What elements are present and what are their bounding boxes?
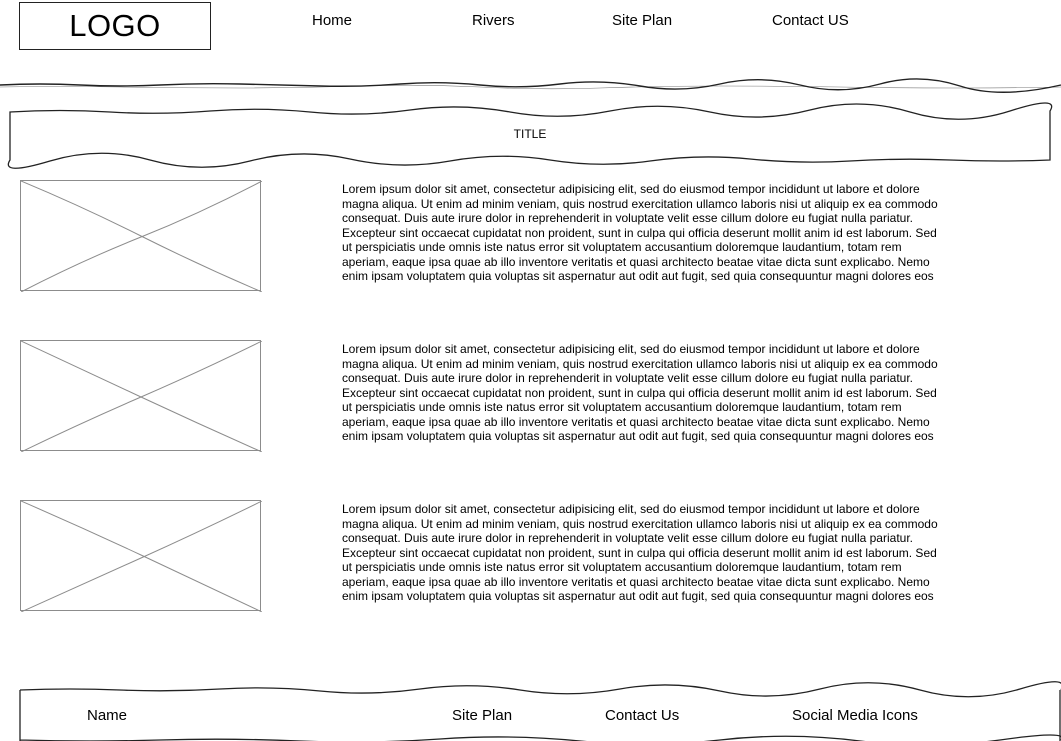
image-placeholder-icon <box>21 501 262 612</box>
content-paragraph: Lorem ipsum dolor sit amet, consectetur … <box>342 182 938 283</box>
content-paragraph: Lorem ipsum dolor sit amet, consectetur … <box>342 342 938 443</box>
content-paragraph: Lorem ipsum dolor sit amet, consectetur … <box>342 502 938 603</box>
footer-contact-link[interactable]: Contact Us <box>605 707 679 725</box>
image-placeholder-icon <box>21 181 262 292</box>
footer-social-media-icons[interactable]: Social Media Icons <box>792 707 918 725</box>
footer-site-plan-link[interactable]: Site Plan <box>452 707 512 725</box>
footer-name: Name <box>87 707 128 724</box>
image-placeholder <box>20 340 262 452</box>
image-placeholder <box>20 500 262 612</box>
header-divider <box>0 78 1061 93</box>
wireframe-page: LOGO Home Rivers Site Plan Contact US TI… <box>0 0 1061 741</box>
image-placeholder-icon <box>21 341 262 452</box>
page-title: TITLE <box>513 127 547 141</box>
image-placeholder <box>20 180 262 292</box>
